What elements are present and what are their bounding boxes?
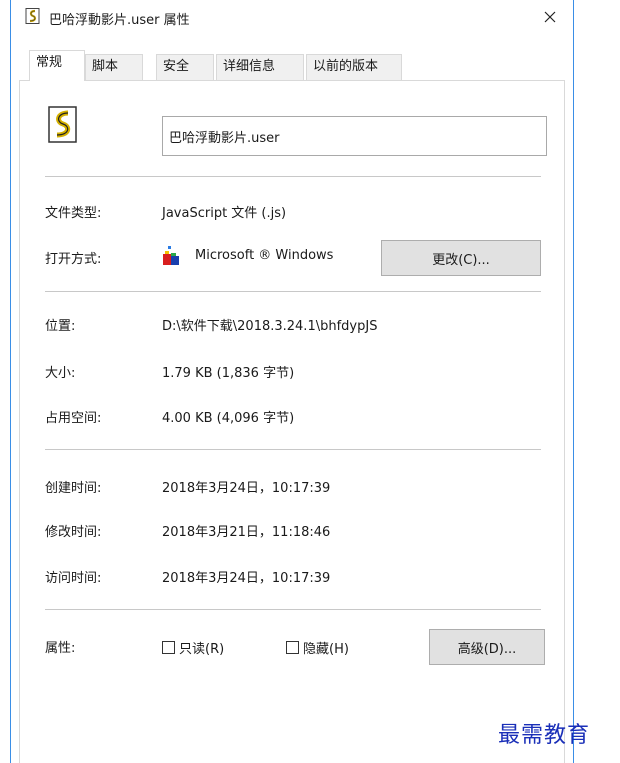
close-icon: [544, 11, 556, 23]
tab-previous-versions[interactable]: 以前的版本: [306, 54, 402, 80]
attributes-label: 属性:: [45, 641, 76, 656]
watermark: 最需教育: [498, 723, 591, 748]
open-with-value: Microsoft ® Windows: [195, 248, 334, 263]
window-title: 巴哈浮動影片.user 属性: [49, 13, 190, 28]
tab-bar: 常规 脚本 安全 详细信息 以前的版本: [19, 50, 565, 81]
tab-details[interactable]: 详细信息: [216, 54, 304, 80]
hidden-checkbox-label: 隐藏(H): [303, 642, 349, 657]
size-label: 大小:: [45, 366, 76, 381]
disk-size-label: 占用空间:: [45, 411, 102, 426]
created-value: 2018年3月24日，10:17:39: [162, 481, 331, 496]
properties-window: 巴哈浮動影片.user 属性 常规 脚本 安全 详细信息 以前的版本 文件类型:…: [10, 0, 574, 763]
script-file-icon: [25, 8, 40, 24]
divider: [45, 176, 541, 177]
title-bar: 巴哈浮動影片.user 属性: [11, 0, 573, 34]
open-with-label: 打开方式:: [45, 252, 102, 267]
divider: [45, 609, 541, 610]
created-label: 创建时间:: [45, 481, 102, 496]
windows-script-host-icon: [163, 246, 179, 265]
divider: [45, 449, 541, 450]
accessed-label: 访问时间:: [45, 571, 102, 586]
divider: [45, 291, 541, 292]
advanced-button[interactable]: 高级(D)...: [429, 629, 545, 665]
script-file-icon: [48, 106, 77, 143]
tab-script[interactable]: 脚本: [85, 54, 143, 80]
close-button[interactable]: [533, 2, 567, 32]
hidden-checkbox[interactable]: 隐藏(H): [286, 638, 349, 657]
hidden-checkbox-box[interactable]: [286, 641, 299, 654]
tab-security[interactable]: 安全: [156, 54, 214, 80]
file-type-value: JavaScript 文件 (.js): [162, 206, 287, 221]
readonly-checkbox-box[interactable]: [162, 641, 175, 654]
accessed-value: 2018年3月24日，10:17:39: [162, 571, 331, 586]
filename-input[interactable]: [162, 116, 547, 156]
change-button[interactable]: 更改(C)...: [381, 240, 541, 276]
location-label: 位置:: [45, 319, 76, 334]
location-value: D:\软件下载\2018.3.24.1\bhfdypJS: [162, 319, 378, 334]
disk-size-value: 4.00 KB (4,096 字节): [162, 411, 295, 426]
file-type-label: 文件类型:: [45, 206, 102, 221]
modified-value: 2018年3月21日，11:18:46: [162, 525, 331, 540]
readonly-checkbox[interactable]: 只读(R): [162, 638, 224, 657]
readonly-checkbox-label: 只读(R): [179, 642, 225, 657]
size-value: 1.79 KB (1,836 字节): [162, 366, 295, 381]
tab-general[interactable]: 常规: [29, 50, 85, 81]
modified-label: 修改时间:: [45, 525, 102, 540]
